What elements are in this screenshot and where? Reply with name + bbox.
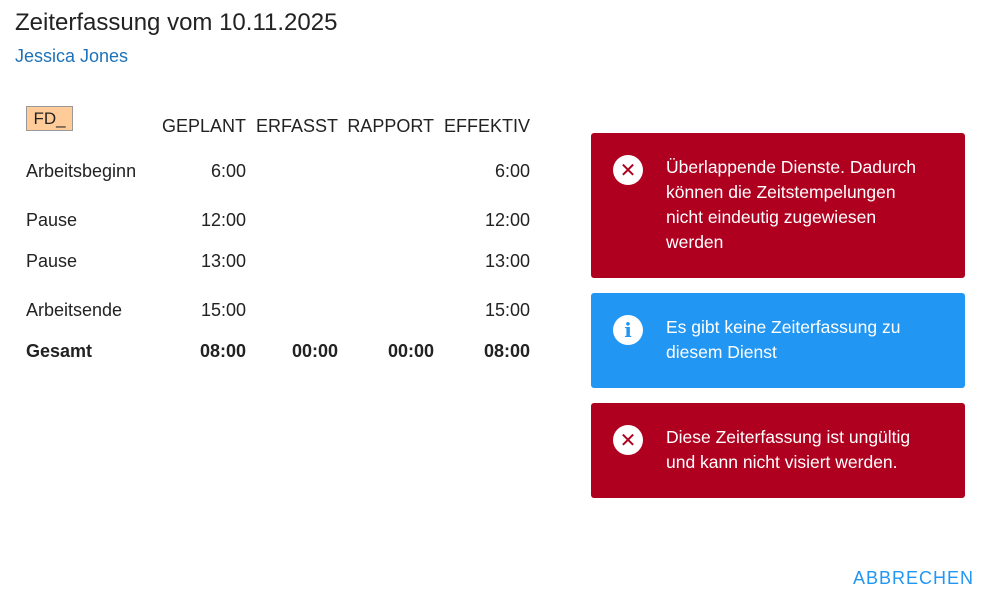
total-effektiv: 08:00 xyxy=(483,341,530,361)
alert-message: Es gibt keine Zeiterfassung zu diesem Di… xyxy=(666,317,901,362)
alert-message: Überlappende Dienste. Dadurch können die… xyxy=(666,157,917,252)
cancel-button[interactable]: ABBRECHEN xyxy=(853,568,974,589)
shift-code-badge: FD_ xyxy=(26,106,73,131)
alert-invalid-entry: ✕ Diese Zeiterfassung ist ungültig und k… xyxy=(591,403,965,498)
total-rapport: 00:00 xyxy=(387,341,434,361)
row-geplant: 12:00 xyxy=(200,210,246,230)
total-label: Gesamt xyxy=(26,341,93,361)
close-circle-icon: ✕ xyxy=(613,155,643,185)
row-label: Pause xyxy=(26,251,78,271)
row-geplant: 15:00 xyxy=(200,300,246,320)
info-circle-icon: i xyxy=(613,315,643,345)
page-title: Zeiterfassung vom 10.11.2025 xyxy=(15,9,338,36)
row-effektiv: 12:00 xyxy=(484,210,530,230)
total-erfasst: 00:00 xyxy=(291,341,338,361)
row-label: Pause xyxy=(26,210,78,230)
alert-overlapping-shifts: ✕ Überlappende Dienste. Dadurch können d… xyxy=(591,133,965,278)
alert-message: Diese Zeiterfassung ist ungültig und kan… xyxy=(666,427,911,472)
row-label: Arbeitsende xyxy=(26,300,123,320)
row-geplant: 6:00 xyxy=(210,161,246,181)
row-effektiv: 13:00 xyxy=(484,251,530,271)
total-geplant: 08:00 xyxy=(199,341,246,361)
alert-no-time-entry: i Es gibt keine Zeiterfassung zu diesem … xyxy=(591,293,965,388)
column-header-rapport: RAPPORT xyxy=(347,116,434,136)
close-circle-icon: ✕ xyxy=(613,425,643,455)
employee-name-link[interactable]: Jessica Jones xyxy=(15,46,128,67)
column-header-erfasst: ERFASST xyxy=(255,116,338,136)
row-label: Arbeitsbeginn xyxy=(26,161,137,181)
column-header-geplant: GEPLANT xyxy=(161,116,246,136)
row-effektiv: 15:00 xyxy=(484,300,530,320)
column-header-effektiv: EFFEKTIV xyxy=(443,116,530,136)
row-geplant: 13:00 xyxy=(200,251,246,271)
row-effektiv: 6:00 xyxy=(494,161,530,181)
